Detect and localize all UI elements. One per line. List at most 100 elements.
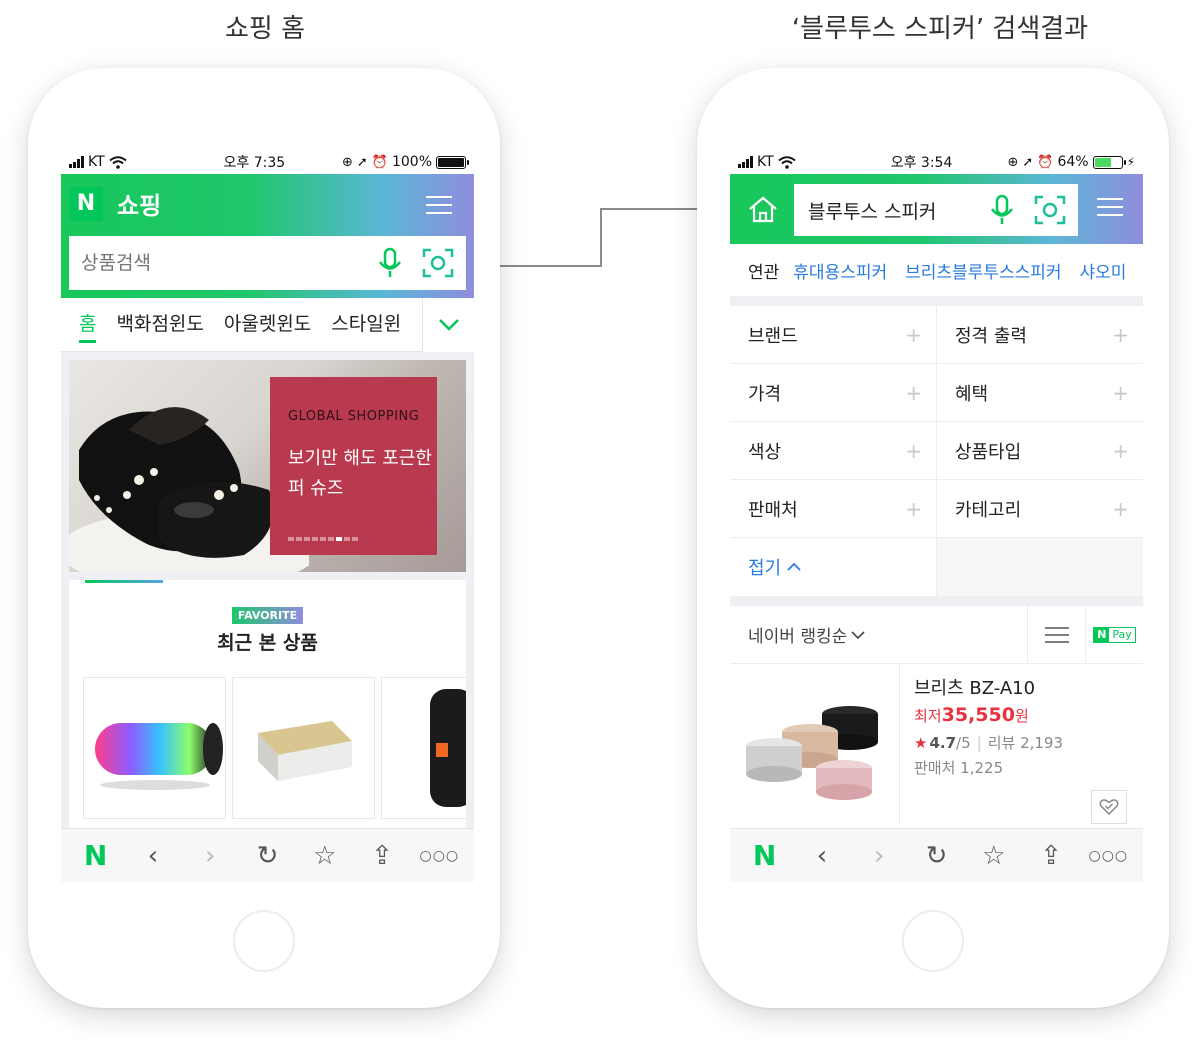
caption-right: ‘블루투스 스피커’ 검색결과 — [791, 14, 1089, 44]
tab-style-window[interactable]: 스타일윈 — [331, 309, 401, 340]
search-input[interactable] — [808, 199, 936, 221]
chevron-down-icon — [851, 630, 865, 639]
status-bar: KT 오후 7:35 ⊕ ➚ ⏰ 100% — [61, 150, 474, 174]
battery-percent: 64% — [1057, 154, 1089, 170]
alarm-icon: ⏰ — [1037, 154, 1054, 170]
tab-home[interactable]: 홈 — [79, 306, 97, 343]
related-item[interactable]: 샤오미 — [1080, 258, 1127, 283]
sort-bar: 네이버 랭킹순 N Pay — [730, 605, 1143, 664]
carrier-label: KT — [757, 154, 774, 170]
wifi-icon — [109, 155, 127, 169]
camera-lens-icon[interactable] — [422, 248, 454, 278]
banner-headline-2: 퍼 슈즈 — [288, 478, 344, 499]
product-name[interactable]: 브리츠 BZ-A10 — [914, 674, 1143, 700]
more-icon[interactable]: ○○○ — [1088, 849, 1128, 863]
npay-filter-button[interactable]: N Pay — [1085, 605, 1143, 664]
promo-banner[interactable]: GLOBAL SHOPPING 보기만 해도 포근한 퍼 슈즈 — [69, 360, 466, 572]
filter-rated-output[interactable]: 정격 출력 + — [937, 306, 1143, 363]
favorite-badge: FAVORITE — [231, 607, 304, 624]
banner-kicker: GLOBAL SHOPPING — [288, 409, 420, 424]
search-header — [730, 174, 1143, 244]
search-input[interactable] — [81, 252, 376, 274]
location-arrow-icon: ➚ — [1022, 154, 1034, 170]
product-rating: ★ 4.7 /5 | 리뷰 2,193 — [914, 732, 1064, 753]
refresh-icon[interactable]: ↻ — [247, 843, 287, 869]
recent-product-item[interactable] — [232, 677, 375, 819]
forward-icon[interactable]: › — [190, 843, 230, 869]
hamburger-menu-icon[interactable] — [426, 196, 452, 214]
shopping-header: N 쇼핑 — [61, 174, 474, 298]
status-bar: KT 오후 3:54 ⊕ ➚ ⏰ 64% ⚡ — [730, 150, 1143, 174]
related-item[interactable]: 브리츠블루투스스피커 — [905, 258, 1061, 283]
banner-headline-1: 보기만 해도 포근한 — [288, 448, 432, 469]
share-icon[interactable]: ⇪ — [1031, 843, 1071, 869]
naver-logo[interactable]: N — [69, 186, 103, 221]
home-button[interactable] — [902, 910, 964, 972]
list-view-icon[interactable] — [1027, 605, 1085, 664]
naver-home-icon[interactable]: N — [76, 841, 116, 870]
plus-icon: + — [905, 380, 922, 405]
filter-product-type[interactable]: 상품타입 + — [937, 422, 1143, 479]
wifi-icon — [778, 155, 796, 169]
plus-icon: + — [905, 322, 922, 347]
screen-right: KT 오후 3:54 ⊕ ➚ ⏰ 64% ⚡ 블루투스 스피커 연관 휴대용스피… — [730, 150, 1143, 882]
recent-product-item[interactable] — [83, 677, 226, 819]
npay-logo: N — [1094, 627, 1110, 642]
mic-icon[interactable] — [988, 194, 1016, 226]
collapse-button[interactable]: 접기 — [730, 538, 937, 596]
product-price: 최저35,550원 — [914, 704, 1029, 726]
hamburger-menu-icon[interactable] — [1097, 198, 1123, 216]
chevron-down-icon[interactable] — [422, 298, 474, 352]
page-title: 쇼핑 — [117, 192, 162, 220]
plus-icon: + — [1112, 496, 1129, 521]
bookmark-star-icon[interactable]: ☆ — [305, 843, 345, 869]
mic-icon[interactable] — [376, 247, 404, 279]
filter-benefit[interactable]: 혜택 + — [937, 364, 1143, 421]
heart-check-icon[interactable] — [1091, 790, 1127, 824]
camera-lens-icon[interactable] — [1034, 195, 1066, 225]
filter-color[interactable]: 색상 + — [730, 422, 937, 479]
favorite-title: 최근 본 상품 — [217, 632, 318, 654]
back-icon[interactable]: ‹ — [802, 843, 842, 869]
battery-icon — [1092, 155, 1126, 169]
browser-toolbar: N ‹ › ↻ ☆ ⇪ ○○○ — [61, 828, 474, 882]
section-indicator — [85, 580, 163, 583]
back-icon[interactable]: ‹ — [133, 843, 173, 869]
search-box[interactable] — [69, 236, 466, 290]
content-area: GLOBAL SHOPPING 보기만 해도 포근한 퍼 슈즈 FAVORITE… — [61, 352, 474, 840]
filter-seller[interactable]: 판매처 + — [730, 480, 937, 537]
home-button[interactable] — [233, 910, 295, 972]
tab-outlet-window[interactable]: 아울렛윈도 — [224, 309, 311, 340]
led-speaker-image — [94, 723, 223, 790]
share-icon[interactable]: ⇪ — [362, 843, 402, 869]
search-box[interactable] — [794, 184, 1078, 236]
chevron-up-icon — [787, 562, 801, 571]
sort-dropdown[interactable]: 네이버 랭킹순 — [730, 622, 1027, 647]
tab-department-window[interactable]: 백화점윈도 — [116, 309, 203, 340]
review-count[interactable]: 리뷰 2,193 — [988, 732, 1063, 753]
bookmark-star-icon[interactable]: ☆ — [974, 843, 1014, 869]
forward-icon[interactable]: › — [859, 843, 899, 869]
recent-product-item[interactable] — [381, 677, 466, 819]
status-time: 오후 3:54 — [890, 155, 953, 171]
filter-grid: 브랜드 + 정격 출력 + 가격 + 혜택 + 색상 + 상품타입 + 판매처 + 카테고리 +… — [730, 306, 1143, 596]
gold-speaker-image — [257, 721, 352, 781]
phone-right: KT 오후 3:54 ⊕ ➚ ⏰ 64% ⚡ 블루투스 스피커 연관 휴대용스피… — [697, 68, 1169, 1008]
filter-price[interactable]: 가격 + — [730, 364, 937, 421]
more-icon[interactable]: ○○○ — [419, 849, 459, 863]
alarm-icon: ⏰ — [371, 154, 388, 170]
filter-brand[interactable]: 브랜드 + — [730, 306, 937, 363]
banner-pager[interactable] — [288, 537, 358, 541]
product-card[interactable]: 브리츠 BZ-A10 최저35,550원 ★ 4.7 /5 | 리뷰 2,193… — [730, 664, 1143, 824]
naver-home-icon[interactable]: N — [745, 841, 785, 870]
filter-category[interactable]: 카테고리 + — [937, 480, 1143, 537]
battery-percent: 100% — [391, 154, 432, 170]
black-speaker-image — [430, 689, 466, 807]
caption-left: 쇼핑 홈 — [224, 14, 306, 44]
refresh-icon[interactable]: ↻ — [916, 843, 956, 869]
home-icon[interactable] — [748, 195, 778, 223]
related-item[interactable]: 휴대용스피커 — [793, 258, 887, 283]
favorite-section: FAVORITE 최근 본 상품 — [69, 580, 466, 840]
seller-count[interactable]: 판매처 1,225 — [914, 757, 1143, 778]
plus-icon: + — [905, 496, 922, 521]
